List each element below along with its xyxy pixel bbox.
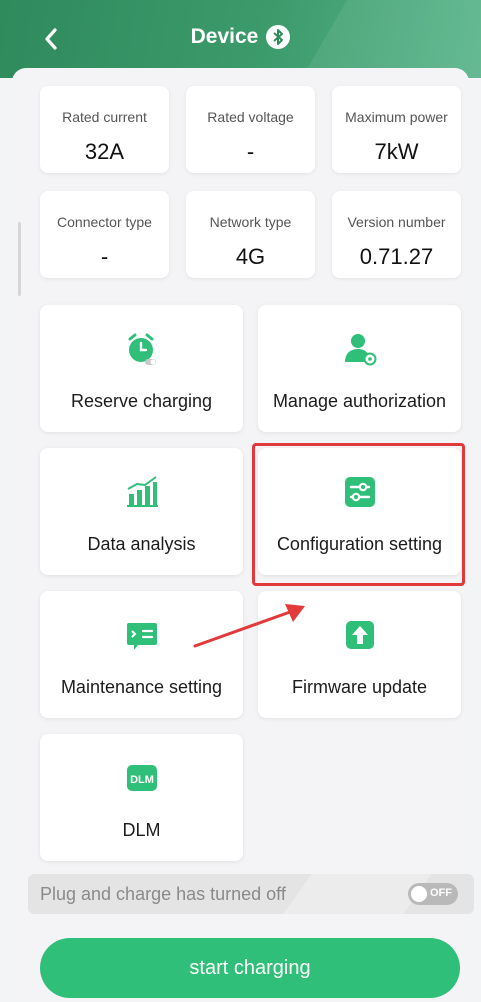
info-label: Network type bbox=[209, 214, 292, 230]
tile-reserve-charging[interactable]: Reserve charging bbox=[40, 305, 243, 432]
info-label: Version number bbox=[347, 214, 446, 230]
info-card-version-number: Version number 0.71.27 bbox=[332, 191, 461, 278]
maintenance-card-icon bbox=[126, 623, 157, 650]
alarm-clock-icon bbox=[128, 333, 156, 365]
page-title: Device bbox=[190, 25, 259, 48]
tile-label: Manage authorization bbox=[272, 391, 447, 411]
tile-dlm[interactable]: DLM DLM bbox=[40, 734, 243, 861]
upload-arrow-icon bbox=[345, 621, 374, 649]
scroll-indicator[interactable] bbox=[18, 222, 21, 296]
header-bar: Device bbox=[0, 0, 481, 78]
dlm-icon: DLM bbox=[126, 765, 157, 791]
plug-and-charge-bar: Plug and charge has turned off OFF bbox=[28, 874, 474, 914]
info-card-rated-current: Rated current 32A bbox=[40, 86, 169, 173]
tile-label: DLM bbox=[122, 820, 161, 840]
user-settings-icon bbox=[344, 334, 376, 366]
info-value: 4G bbox=[235, 244, 266, 269]
info-label: Rated voltage bbox=[207, 109, 294, 125]
info-label: Rated current bbox=[62, 109, 147, 125]
start-charging-button[interactable]: start charging bbox=[40, 938, 460, 998]
toggle-state-label: OFF bbox=[430, 887, 452, 899]
toggle-knob bbox=[411, 886, 427, 902]
info-card-maximum-power: Maximum power 7kW bbox=[332, 86, 461, 173]
info-card-network-type: Network type 4G bbox=[186, 191, 315, 278]
info-value: 7kW bbox=[374, 139, 419, 164]
tile-label: Maintenance setting bbox=[60, 677, 223, 697]
bluetooth-icon[interactable] bbox=[266, 25, 291, 49]
highlight-box bbox=[252, 443, 465, 586]
tile-label: Data analysis bbox=[87, 534, 196, 554]
tile-label: Reserve charging bbox=[70, 391, 213, 411]
annotation-arrow-icon bbox=[193, 604, 305, 648]
info-card-connector-type: Connector type - bbox=[40, 191, 169, 278]
info-card-rated-voltage: Rated voltage - bbox=[186, 86, 315, 173]
info-label: Maximum power bbox=[345, 109, 448, 125]
plug-and-charge-status: Plug and charge has turned off bbox=[40, 884, 286, 904]
info-value: 0.71.27 bbox=[359, 244, 434, 269]
tile-manage-authorization[interactable]: Manage authorization bbox=[258, 305, 461, 432]
info-label: Connector type bbox=[57, 214, 152, 230]
tile-label: Firmware update bbox=[291, 677, 428, 697]
info-value: - bbox=[100, 244, 109, 269]
plug-and-charge-toggle[interactable]: OFF bbox=[408, 883, 458, 905]
bar-chart-icon bbox=[126, 476, 158, 507]
info-value: - bbox=[246, 139, 255, 164]
dlm-icon-text: DLM bbox=[130, 774, 154, 786]
tile-data-analysis[interactable]: Data analysis bbox=[40, 448, 243, 575]
info-value: 32A bbox=[84, 139, 125, 164]
